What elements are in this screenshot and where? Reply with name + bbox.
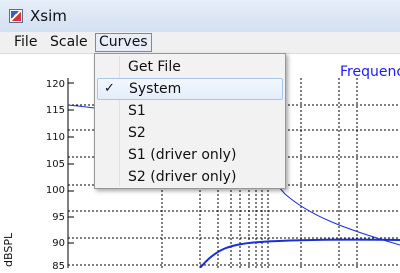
y-tick-label: 105: [45, 159, 65, 170]
curves-dropdown-menu: Get File ✓ System S1 S2 S1 (driver only)…: [94, 53, 286, 189]
menu-curves[interactable]: Curves: [95, 33, 152, 52]
menu-item-label: S2: [128, 125, 146, 141]
menu-item-s1[interactable]: S1: [97, 100, 283, 122]
menu-bar: File Scale Curves: [0, 32, 400, 54]
menu-file[interactable]: File: [11, 33, 40, 52]
y-tick-label: 90: [52, 238, 65, 249]
menu-item-get-file[interactable]: Get File: [97, 56, 283, 78]
y-tick-label: 115: [45, 105, 65, 116]
y-tick-label: 120: [45, 79, 65, 90]
y-tick-label: 110: [45, 132, 65, 143]
menu-item-label: System: [129, 81, 182, 97]
checkmark-icon: ✓: [104, 81, 115, 96]
y-axis-ticks: [68, 82, 74, 244]
menu-item-label: S1 (driver only): [128, 147, 237, 163]
plot-title: Frequenc: [340, 64, 400, 80]
y-tick-label: 100: [45, 185, 65, 196]
menu-scale[interactable]: Scale: [47, 33, 91, 52]
menu-item-s2[interactable]: S2: [97, 122, 283, 144]
y-axis-label: dBSPL: [2, 232, 15, 267]
window-title: Xsim: [30, 7, 67, 25]
curve-system: [199, 238, 400, 268]
y-tick-label: 85: [52, 261, 65, 272]
app-icon[interactable]: [9, 9, 23, 23]
title-bar: Xsim: [0, 0, 400, 32]
menu-item-label: S1: [128, 103, 146, 119]
menu-item-system[interactable]: ✓ System: [97, 78, 283, 100]
y-tick-label: 95: [52, 212, 65, 223]
menu-item-label: S2 (driver only): [128, 169, 237, 185]
menu-item-label: Get File: [128, 59, 181, 75]
menu-item-s2-driver-only[interactable]: S2 (driver only): [97, 166, 283, 188]
menu-item-s1-driver-only[interactable]: S1 (driver only): [97, 144, 283, 166]
